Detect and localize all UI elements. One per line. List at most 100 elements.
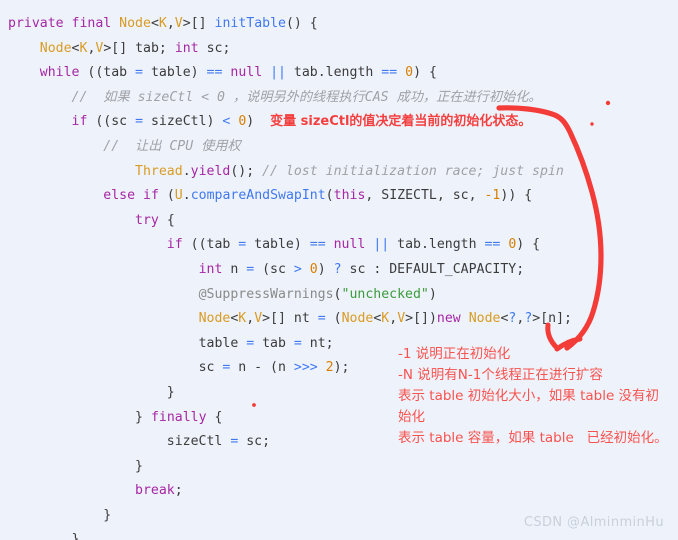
code-token: 0: [405, 65, 414, 81]
code-token: sc : DEFAULT_CAPACITY;: [341, 261, 525, 277]
code-token: ,: [166, 16, 175, 31]
code-token: sc;: [198, 40, 231, 56]
code-line: */: [0, 0, 678, 12]
code-token: }: [135, 409, 151, 425]
code-token: ): [317, 261, 334, 277]
code-line-content: sizeCtl = sc;: [8, 434, 270, 449]
code-token: ==: [484, 237, 501, 253]
code-token: 0: [309, 261, 318, 277]
code-token: =: [293, 335, 302, 351]
code-token: >[] nt: [262, 311, 318, 327]
red-note-line: 表示 table 初始化大小，如果 table 没有初始化: [398, 388, 660, 425]
code-token: <: [150, 16, 159, 31]
code-token: K: [158, 16, 167, 31]
code-token: n: [222, 261, 247, 277]
code-token: =: [317, 311, 326, 327]
code-token: @SuppressWarnings: [198, 286, 334, 302]
code-line: // 让出 CPU 使用权: [0, 135, 678, 160]
code-token: V: [174, 16, 183, 31]
code-token: // lost initialization race; just spin: [262, 163, 564, 179]
code-screenshot: */ private final Node<K,V>[] initTable() …: [0, 0, 678, 540]
code-line: break;: [0, 479, 678, 504]
code-token: nt;: [301, 335, 334, 351]
code-token: , SIZECTL, sc,: [365, 188, 485, 204]
code-line-content: if ((sc = sizeCtl) < 0) 变量 sizeCtl的值决定着当…: [8, 114, 532, 130]
code-token: =: [135, 114, 144, 130]
code-token: V: [397, 311, 406, 327]
code-token: )) {: [500, 188, 533, 204]
code-token: Node: [119, 16, 151, 31]
code-line-content: // 让出 CPU 使用权: [8, 139, 240, 154]
code-token: (: [158, 188, 175, 204]
code-line-content: sc = n - (n >>> 2);: [8, 360, 350, 375]
code-token: (: [325, 311, 342, 327]
code-line-content: @SuppressWarnings("unchecked"): [8, 287, 437, 302]
code-token: if: [143, 188, 159, 204]
code-line: private final Node<K,V>[] initTable() {: [0, 12, 678, 37]
code-line-content: else if (U.compareAndSwapInt(this, SIZEC…: [8, 188, 532, 203]
code-token: ,: [389, 311, 398, 327]
code-line: if ((tab = table) == null || tab.length …: [0, 233, 678, 258]
code-token: =: [246, 335, 255, 351]
code-token: Thread: [135, 163, 183, 179]
code-token: if: [166, 237, 183, 253]
code-line: Node<K,V>[] tab; int sc;: [0, 37, 678, 62]
code-line: }: [0, 528, 678, 540]
code-token: (sc: [254, 261, 294, 277]
code-token: null: [230, 65, 263, 81]
code-token: initTable: [214, 16, 286, 31]
code-line-content: int n = (sc > 0) ? sc : DEFAULT_CAPACITY…: [8, 261, 525, 277]
code-token: (: [325, 188, 334, 204]
code-token: ) {: [413, 65, 437, 81]
code-line-content: // 如果 sizeCtl < 0 ，说明另外的线程执行CAS 成功，正在进行初…: [8, 90, 542, 105]
code-token: }: [103, 507, 112, 523]
code-token: sc: [198, 360, 223, 376]
code-line-content: */: [8, 0, 56, 1]
code-block: */ private final Node<K,V>[] initTable() …: [0, 0, 678, 540]
code-token: "unchecked": [341, 286, 429, 302]
code-token: }: [71, 532, 80, 540]
red-note-line: -N 说明有N-1个线程正在进行扩容: [398, 367, 603, 383]
code-token: Node: [341, 311, 374, 327]
code-token: int: [198, 261, 223, 277]
red-note-line: -1 说明正在初始化: [398, 346, 511, 362]
code-token: Node: [198, 311, 231, 327]
code-token: ): [246, 114, 271, 130]
code-line: @SuppressWarnings("unchecked"): [0, 283, 678, 308]
code-line-content: Node<K,V>[] nt = (Node<K,V>[])new Node<?…: [8, 311, 572, 326]
inline-red-note: 变量 sizeCtl的值决定着当前的初始化状态。: [270, 114, 532, 130]
code-token: }: [135, 458, 143, 474]
code-token: V: [254, 311, 263, 327]
code-token: >: [293, 261, 302, 277]
code-token: ;: [174, 483, 183, 499]
code-token: 2: [325, 360, 334, 376]
code-line-content: while ((tab = table) == null || tab.leng…: [8, 65, 437, 80]
code-token: ((tab: [182, 237, 239, 253]
code-line-content: Thread.yield(); // lost initialization r…: [8, 164, 564, 179]
code-token: >[]: [182, 16, 215, 31]
red-note-line: 表示 table 容量，如果 table 已经初始化。: [398, 430, 668, 446]
code-token: }: [166, 384, 175, 400]
code-token: final: [71, 16, 120, 31]
code-token: ==: [309, 237, 326, 253]
code-line-content: }: [8, 459, 143, 474]
code-line-content: }: [8, 508, 111, 523]
code-line-content: try {: [8, 213, 175, 228]
code-token: (: [333, 286, 342, 302]
code-token: tab: [254, 335, 294, 351]
code-line: else if (U.compareAndSwapInt(this, SIZEC…: [0, 184, 678, 209]
code-token: >>>: [293, 360, 318, 376]
